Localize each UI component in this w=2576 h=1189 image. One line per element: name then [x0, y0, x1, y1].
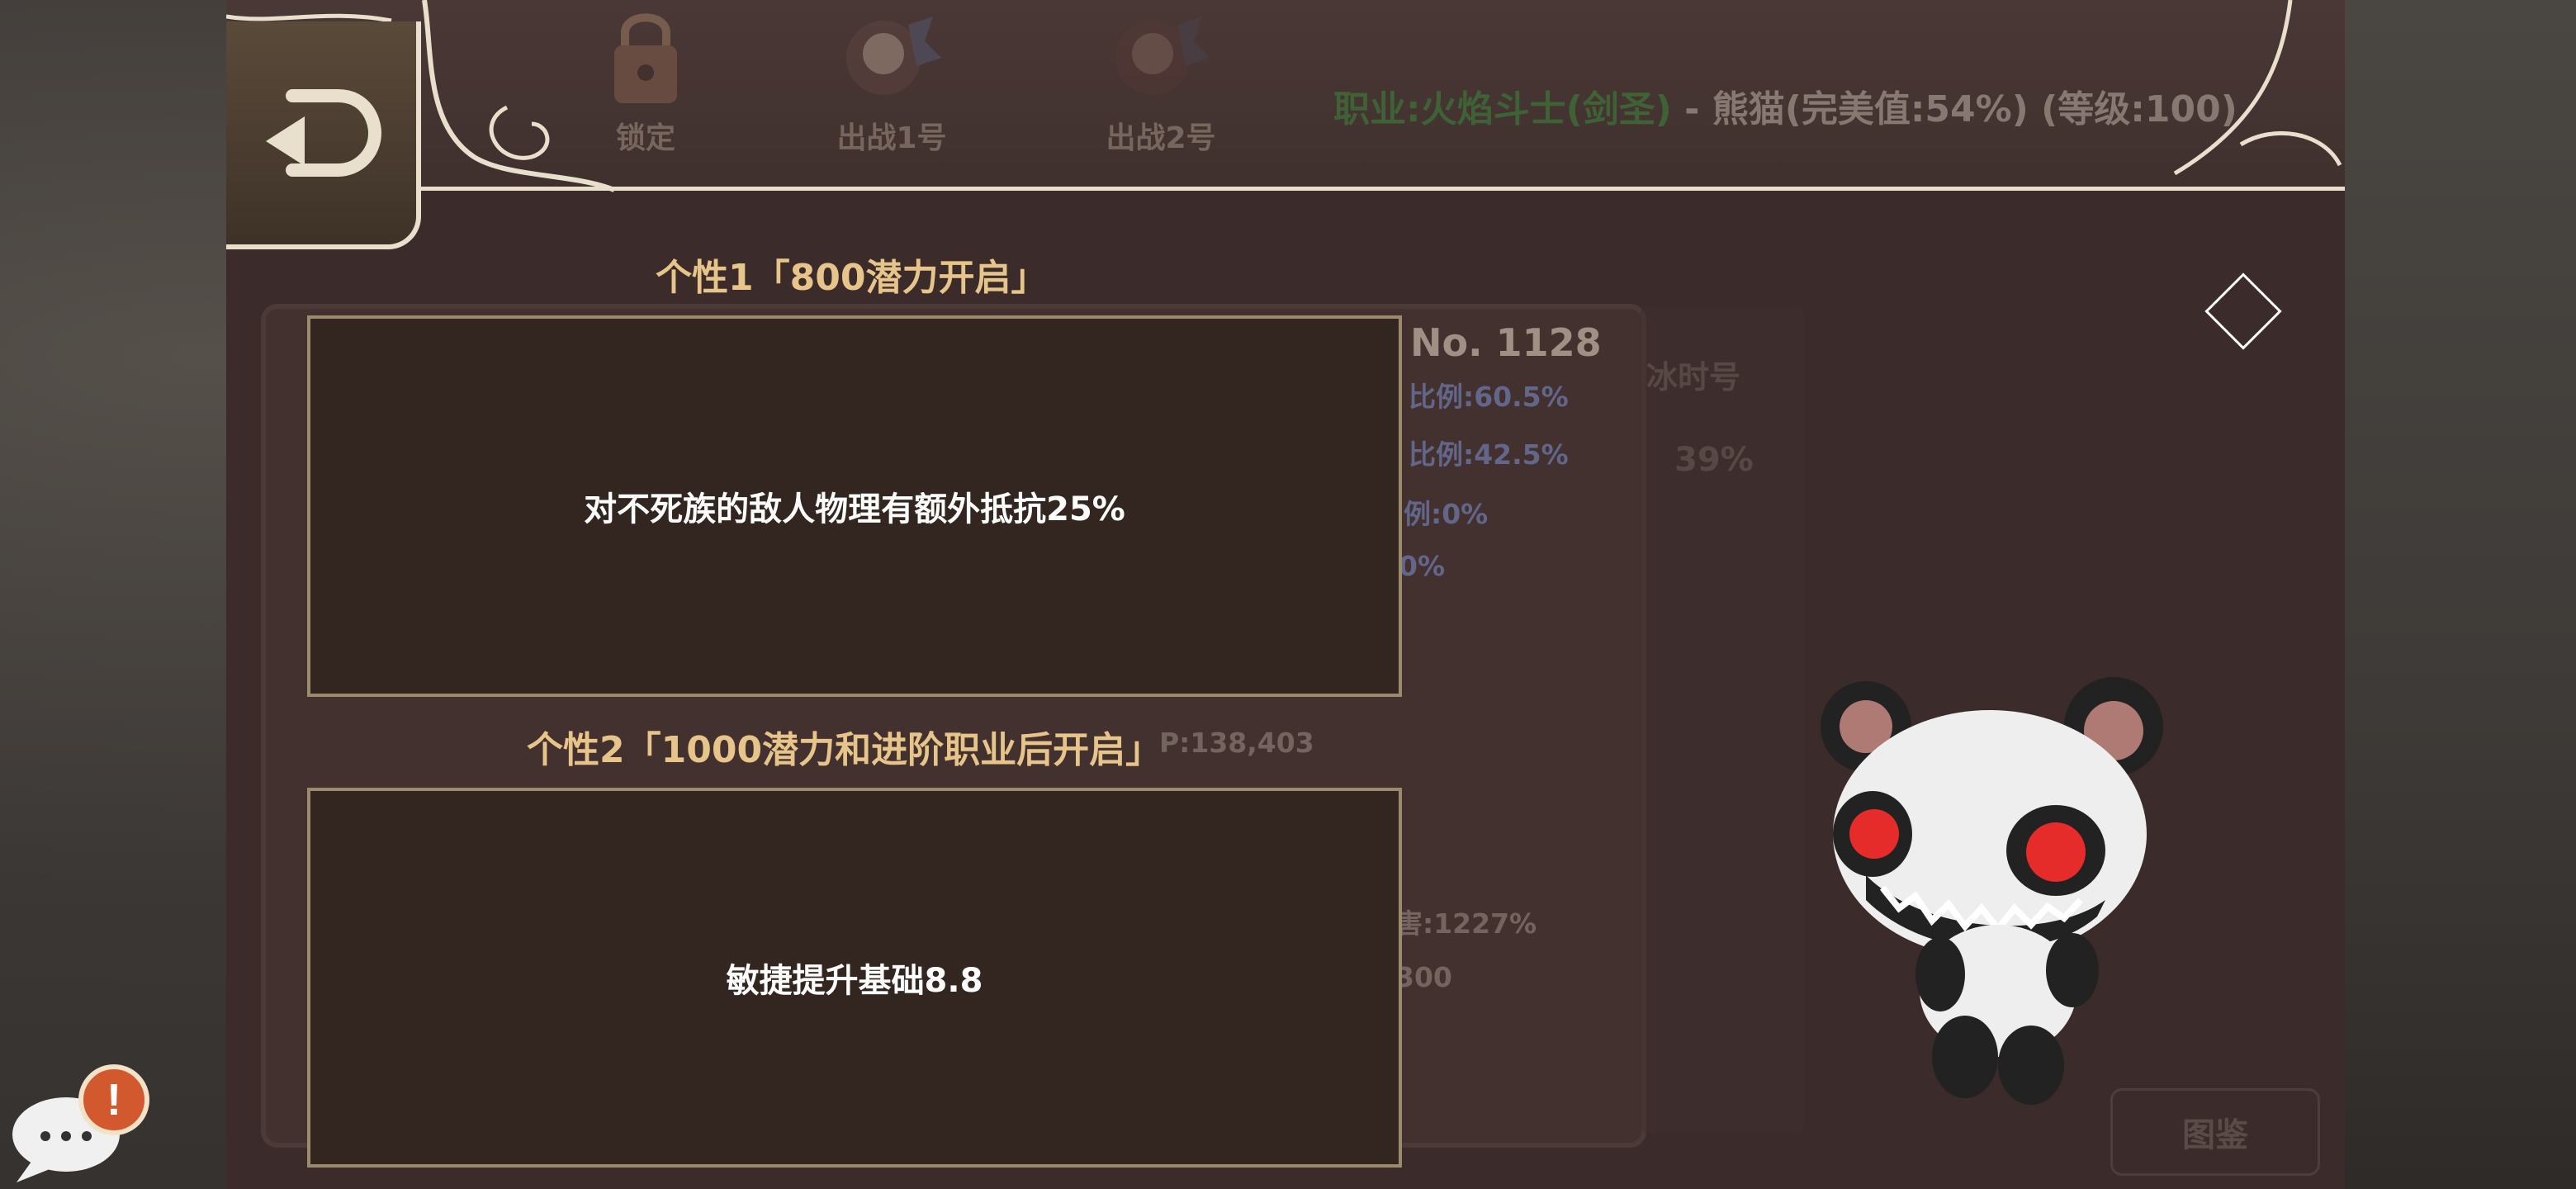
trait-1-box: 对不死族的敌人物理有额外抵抗25%	[307, 315, 1402, 697]
tab-deploy-2-label: 出战2号	[1106, 121, 1216, 155]
tab-lock-label: 锁定	[615, 121, 675, 155]
misc-stat: 300	[1395, 961, 1452, 993]
trait-2-description: 敏捷提升基础8.8	[726, 962, 983, 1000]
side-value: 39%	[1674, 441, 1754, 479]
lock-icon	[614, 13, 677, 103]
tab-lock[interactable]: 锁定	[555, 8, 736, 165]
job-class: 职业:火焰斗士(剑圣)	[1333, 88, 1672, 130]
stat-ratio-2: 比例:42.5%	[1409, 438, 1569, 471]
job-info: 职业:火焰斗士(剑圣) - 熊猫(完美值:54%) (等级:100)	[1333, 79, 2237, 132]
damage-stat: 害:1227%	[1395, 907, 1537, 940]
tab-deploy-1-label: 出战1号	[836, 121, 947, 155]
trait-2-box: 敏捷提升基础8.8	[307, 788, 1402, 1168]
stat-ratio-1: 比例:60.5%	[1409, 381, 1569, 413]
tab-deploy-2[interactable]: 出战2号	[1070, 8, 1252, 165]
chat-badge: !	[107, 1075, 121, 1125]
combat-power: P:138,403	[1159, 727, 1314, 759]
return-arrow-icon	[266, 89, 382, 177]
background-scene-right	[2345, 0, 2576, 1189]
stat-ratio-3: 例:0%	[1404, 498, 1489, 530]
chat-notification-icon[interactable]: !	[8, 1060, 157, 1184]
pet-number: No. 1128	[1410, 320, 1602, 365]
side-title: 冰时号	[1646, 359, 1741, 396]
back-button[interactable]	[226, 21, 421, 249]
tab-deploy-1[interactable]: 出战1号	[801, 8, 983, 165]
pet-info: - 熊猫(完美值:54%) (等级:100)	[1671, 88, 2237, 130]
trait-1-title: 个性1「800潜力开启」	[656, 257, 1048, 299]
panda-pet-model	[1821, 677, 2163, 1105]
stat-ratio-4: 0%	[1399, 550, 1446, 582]
side-card-background	[1639, 307, 1804, 1133]
character-portrait-icon	[846, 17, 941, 95]
character-portrait-icon	[1115, 17, 1210, 95]
trait-1-description: 对不死族的敌人物理有额外抵抗25%	[584, 490, 1125, 528]
trait-2-title: 个性2「1000潜力和进阶职业后开启」	[527, 729, 1163, 771]
